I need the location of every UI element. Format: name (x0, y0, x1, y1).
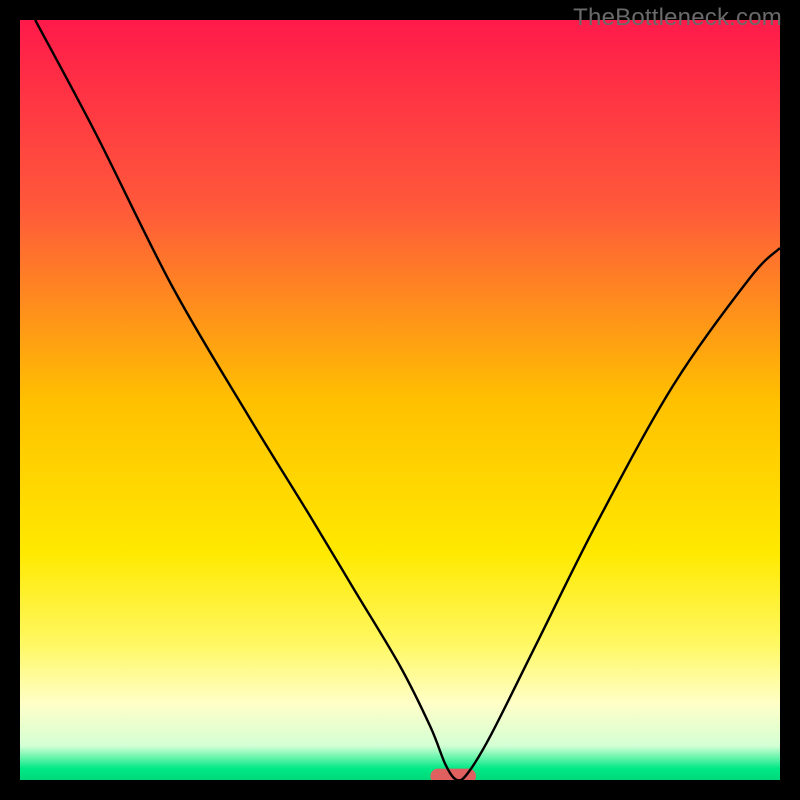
watermark-text: TheBottleneck.com (573, 4, 782, 32)
chart-plot-area (20, 20, 780, 780)
chart-svg (20, 20, 780, 780)
chart-frame: TheBottleneck.com (0, 0, 800, 800)
